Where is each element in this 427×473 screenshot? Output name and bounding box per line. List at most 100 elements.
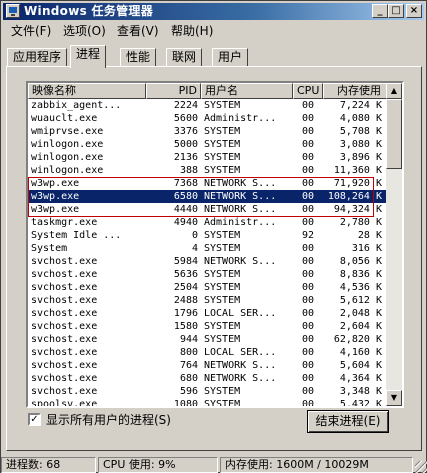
show-all-users-checkbox[interactable]: ✓ — [28, 413, 41, 426]
tab-users[interactable]: 用户 — [212, 48, 249, 67]
cell-image-name: System — [31, 243, 68, 254]
close-button[interactable]: × — [406, 4, 422, 18]
menu-view[interactable]: 查看(V) — [111, 23, 165, 39]
menu-options[interactable]: 选项(O) — [57, 23, 112, 39]
tab-performance[interactable]: 性能 — [120, 48, 157, 67]
cell-user: LOCAL SER... — [204, 308, 277, 319]
resize-grip[interactable] — [415, 461, 427, 473]
show-all-users-option[interactable]: ✓ 显示所有用户的进程(S) — [28, 411, 171, 428]
table-row[interactable]: svchost.exe 800 LOCAL SER... 00 4,160 K — [28, 346, 388, 359]
cell-user: SYSTEM — [204, 100, 241, 111]
cell-user: SYSTEM — [204, 243, 241, 254]
table-row[interactable]: w3wp.exe 6580 NETWORK S... 00 108,264 K — [28, 190, 388, 203]
maximize-button[interactable]: □ — [388, 4, 404, 18]
cell-cpu: 00 — [301, 165, 315, 176]
task-manager-icon — [6, 4, 20, 18]
cell-memory: 71,920 K — [333, 178, 382, 189]
table-row[interactable]: wmiprvse.exe 3376 SYSTEM 00 5,708 K — [28, 125, 388, 138]
cell-cpu: 00 — [301, 204, 315, 215]
table-row[interactable]: svchost.exe 764 NETWORK S... 00 5,604 K — [28, 359, 388, 372]
table-row[interactable]: svchost.exe 2504 SYSTEM 00 4,536 K — [28, 281, 388, 294]
vertical-scrollbar[interactable]: ▲ ▼ — [386, 83, 402, 406]
cell-pid: 3376 — [173, 126, 198, 137]
column-header-pid[interactable]: PID — [146, 83, 201, 99]
cell-user: SYSTEM — [204, 152, 241, 163]
cell-user: NETWORK S... — [204, 178, 277, 189]
tab-networking[interactable]: 联网 — [166, 48, 203, 67]
column-header-cpu[interactable]: CPU — [293, 83, 323, 99]
table-row[interactable]: svchost.exe 680 NETWORK S... 00 4,364 K — [28, 372, 388, 385]
cell-memory: 3,896 K — [339, 152, 382, 163]
column-header-image-name[interactable]: 映像名称 — [28, 83, 146, 99]
cell-image-name: winlogon.exe — [31, 165, 104, 176]
cell-memory: 5,604 K — [339, 360, 382, 371]
menu-file[interactable]: 文件(F) — [5, 23, 57, 39]
cell-pid: 5600 — [173, 113, 198, 124]
cell-image-name: svchost.exe — [31, 386, 98, 397]
column-header-user[interactable]: 用户名 — [201, 83, 293, 99]
scroll-thumb[interactable] — [386, 99, 402, 169]
end-process-button[interactable]: 结束进程(E) — [307, 410, 389, 433]
show-all-users-label[interactable]: 显示所有用户的进程(S) — [46, 411, 171, 428]
cell-cpu: 00 — [301, 360, 315, 371]
table-row[interactable]: spoolsv.exe 1080 SYSTEM 00 5,432 K — [28, 398, 388, 406]
tab-applications[interactable]: 应用程序 — [7, 48, 68, 67]
table-row[interactable]: w3wp.exe 7368 NETWORK S... 00 71,920 K — [28, 177, 388, 190]
cell-user: SYSTEM — [204, 139, 241, 150]
table-row[interactable]: taskmgr.exe 4940 Administr... 00 2,780 K — [28, 216, 388, 229]
cell-image-name: svchost.exe — [31, 360, 98, 371]
scroll-down-arrow-icon[interactable]: ▼ — [386, 390, 402, 406]
cell-cpu: 00 — [301, 178, 315, 189]
table-row[interactable]: System Idle ... 0 SYSTEM 92 28 K — [28, 229, 388, 242]
cell-cpu: 00 — [301, 295, 315, 306]
cell-user: SYSTEM — [204, 230, 241, 241]
cell-user: Administr... — [204, 217, 277, 228]
cell-cpu: 00 — [301, 152, 315, 163]
cell-user: SYSTEM — [204, 334, 241, 345]
cell-pid: 4 — [191, 243, 198, 254]
table-row[interactable]: svchost.exe 5636 SYSTEM 00 8,836 K — [28, 268, 388, 281]
process-list[interactable]: 映像名称 PID 用户名 CPU 内存使用 zabbix_agent... 222… — [26, 81, 404, 408]
cell-image-name: spoolsv.exe — [31, 399, 98, 406]
cell-image-name: winlogon.exe — [31, 139, 104, 150]
table-row[interactable]: winlogon.exe 388 SYSTEM 00 11,360 K — [28, 164, 388, 177]
menu-help[interactable]: 帮助(H) — [165, 23, 219, 39]
table-row[interactable]: wuauclt.exe 5600 Administr... 00 4,080 K — [28, 112, 388, 125]
table-row[interactable]: svchost.exe 1580 SYSTEM 00 2,604 K — [28, 320, 388, 333]
cell-image-name: System Idle ... — [31, 230, 122, 241]
table-row[interactable]: svchost.exe 5984 NETWORK S... 00 8,056 K — [28, 255, 388, 268]
tab-processes[interactable]: 进程 — [70, 45, 107, 68]
table-row[interactable]: System 4 SYSTEM 00 316 K — [28, 242, 388, 255]
cell-memory: 4,364 K — [339, 373, 382, 384]
process-rows: zabbix_agent... 2224 SYSTEM 00 7,224 Kwuaucl… — [28, 99, 388, 406]
cell-image-name: wmiprvse.exe — [31, 126, 104, 137]
table-row[interactable]: w3wp.exe 4440 NETWORK S... 00 94,324 K — [28, 203, 388, 216]
cell-cpu: 00 — [301, 373, 315, 384]
cell-memory: 4,080 K — [339, 113, 382, 124]
table-row[interactable]: svchost.exe 2488 SYSTEM 00 5,612 K — [28, 294, 388, 307]
table-row[interactable]: svchost.exe 596 SYSTEM 00 3,348 K — [28, 385, 388, 398]
table-row[interactable]: winlogon.exe 2136 SYSTEM 00 3,896 K — [28, 151, 388, 164]
scroll-up-arrow-icon[interactable]: ▲ — [386, 83, 402, 99]
minimize-button[interactable]: _ — [372, 4, 388, 18]
cell-user: SYSTEM — [204, 386, 241, 397]
column-header-memory[interactable]: 内存使用 — [323, 83, 388, 99]
cell-memory: 3,080 K — [339, 139, 382, 150]
cell-image-name: svchost.exe — [31, 256, 98, 267]
cell-pid: 2504 — [173, 282, 198, 293]
cell-user: NETWORK S... — [204, 256, 277, 267]
cell-pid: 0 — [191, 230, 198, 241]
table-row[interactable]: zabbix_agent... 2224 SYSTEM 00 7,224 K — [28, 99, 388, 112]
cell-cpu: 00 — [301, 243, 315, 254]
cell-cpu: 92 — [301, 230, 315, 241]
table-row[interactable]: svchost.exe 944 SYSTEM 00 62,820 K — [28, 333, 388, 346]
title-bar[interactable]: Windows 任务管理器 _ □ × — [3, 3, 424, 20]
cell-image-name: svchost.exe — [31, 295, 98, 306]
table-row[interactable]: svchost.exe 1796 LOCAL SER... 00 2,048 K — [28, 307, 388, 320]
cell-memory: 2,604 K — [339, 321, 382, 332]
cell-cpu: 00 — [301, 347, 315, 358]
cell-pid: 944 — [179, 334, 198, 345]
table-row[interactable]: winlogon.exe 5000 SYSTEM 00 3,080 K — [28, 138, 388, 151]
cell-pid: 2224 — [173, 100, 198, 111]
cell-image-name: svchost.exe — [31, 269, 98, 280]
